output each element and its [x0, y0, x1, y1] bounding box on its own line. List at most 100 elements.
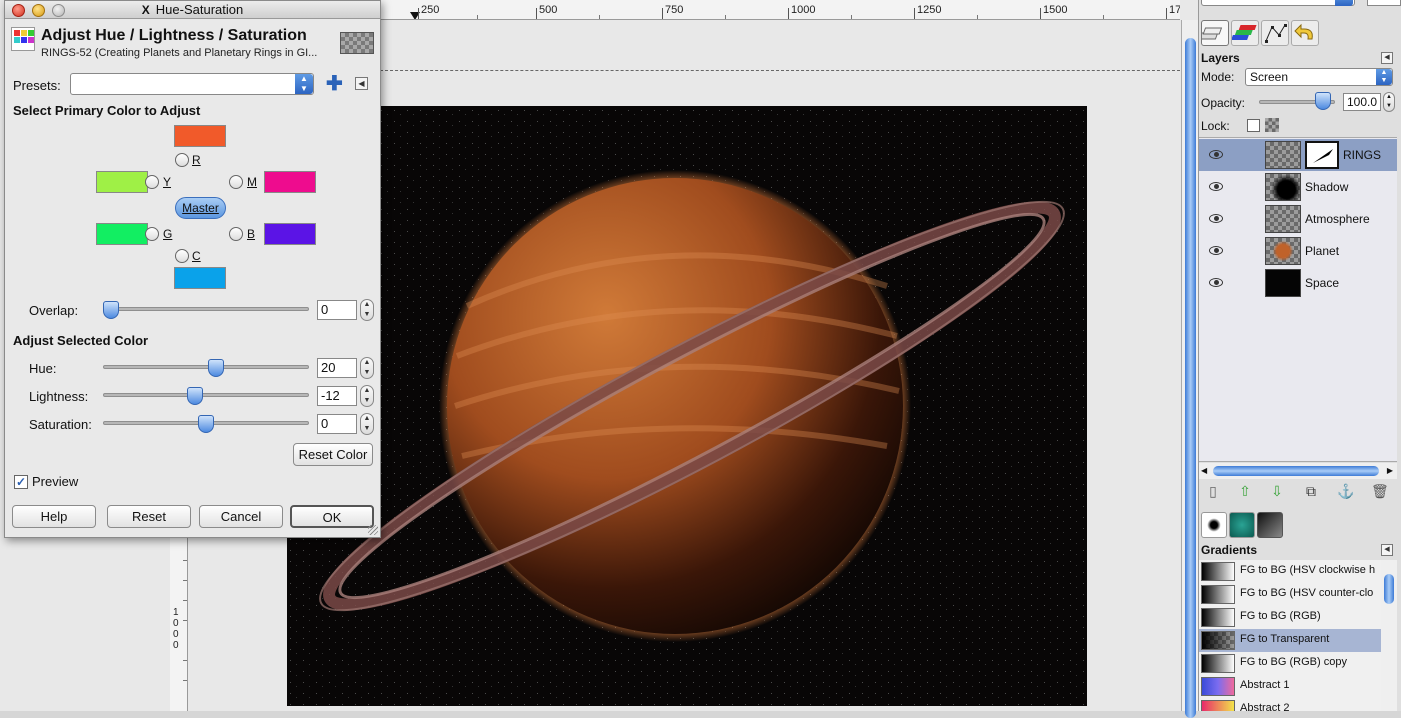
paths-tab-icon[interactable]	[1261, 20, 1289, 46]
visibility-eye-icon[interactable]	[1209, 182, 1223, 191]
close-window-button[interactable]	[12, 4, 25, 17]
new-layer-icon[interactable]: ▯	[1205, 483, 1221, 499]
scroll-left-icon[interactable]: ◀	[1201, 466, 1207, 475]
hue-slider-handle[interactable]	[207, 359, 224, 377]
lightness-slider-handle[interactable]	[186, 387, 203, 405]
raise-layer-icon[interactable]: ⇧	[1237, 483, 1253, 499]
overlap-slider[interactable]	[103, 307, 309, 311]
lightness-input[interactable]: -12	[317, 386, 357, 406]
hue-input[interactable]: 20	[317, 358, 357, 378]
overlap-slider-handle[interactable]	[103, 301, 119, 319]
visibility-eye-icon[interactable]	[1209, 246, 1223, 255]
gradients-vertical-scrollbar[interactable]	[1381, 560, 1397, 711]
scroll-right-icon[interactable]: ▶	[1387, 466, 1393, 475]
cancel-button[interactable]: Cancel	[199, 505, 283, 528]
visibility-eye-icon[interactable]	[1209, 278, 1223, 287]
gradient-item[interactable]: Abstract 1	[1199, 675, 1381, 698]
visibility-eye-icon[interactable]	[1209, 150, 1223, 159]
overlap-input[interactable]: 0	[317, 300, 357, 320]
dock-tab-row	[1198, 18, 1401, 48]
radio-cyan[interactable]	[175, 249, 189, 263]
hue-stepper[interactable]: ▲ ▼	[360, 357, 374, 379]
scrollbar-thumb[interactable]	[1213, 466, 1379, 476]
gradients-tab-icon[interactable]	[1257, 512, 1283, 538]
layer-row-rings[interactable]: RINGS	[1199, 139, 1397, 171]
layers-list: RINGS Shadow Atmosphere Planet Space	[1199, 137, 1397, 462]
help-button[interactable]: Help	[12, 505, 96, 528]
adjust-section-title: Adjust Selected Color	[13, 333, 149, 348]
gradient-preview	[1201, 631, 1235, 650]
gradient-item[interactable]: FG to BG (HSV clockwise h	[1199, 560, 1381, 583]
opacity-slider-handle[interactable]	[1315, 92, 1331, 110]
layer-mode-dropdown[interactable]: Screen ▲ ▼	[1245, 68, 1393, 86]
reset-button[interactable]: Reset	[107, 505, 191, 528]
presets-dropdown[interactable]: ▲ ▼	[70, 73, 314, 95]
overlap-stepper[interactable]: ▲ ▼	[360, 299, 374, 321]
opacity-input[interactable]: 100.0	[1343, 93, 1381, 111]
zoom-window-button[interactable]	[52, 4, 65, 17]
saturation-input[interactable]: 0	[317, 414, 357, 434]
delete-layer-icon[interactable]: 🗑	[1371, 483, 1389, 499]
lock-pixels-checkbox[interactable]	[1247, 119, 1260, 132]
gradient-item[interactable]: FG to BG (RGB) copy	[1199, 652, 1381, 675]
scrollbar-thumb[interactable]	[1185, 38, 1196, 718]
radio-blue-label: B	[247, 227, 256, 241]
scrollbar-thumb[interactable]	[1384, 574, 1394, 604]
ruler-label: 1000	[791, 4, 816, 16]
layers-panel-menu-icon[interactable]: ◀	[1381, 52, 1393, 64]
saturation-slider-handle[interactable]	[198, 415, 214, 433]
canvas-vertical-scrollbar[interactable]	[1181, 20, 1198, 718]
layers-tab-icon[interactable]	[1198, 20, 1229, 46]
radio-green[interactable]	[145, 227, 159, 241]
lower-layer-icon[interactable]: ⇩	[1269, 483, 1285, 499]
layer-thumbnail	[1265, 205, 1301, 233]
radio-magenta[interactable]	[229, 175, 243, 189]
patterns-tab-icon[interactable]	[1229, 512, 1255, 538]
lightness-slider[interactable]	[103, 393, 309, 397]
layer-row-planet[interactable]: Planet	[1199, 235, 1397, 267]
add-preset-icon[interactable]: ✚	[326, 74, 343, 94]
layer-row-shadow[interactable]: Shadow	[1199, 171, 1397, 203]
layer-thumbnail	[1265, 173, 1301, 201]
channels-tab-icon[interactable]	[1231, 20, 1259, 46]
auto-field[interactable]	[1367, 0, 1401, 6]
preset-menu-icon[interactable]: ◀	[355, 77, 368, 90]
radio-yellow[interactable]	[145, 175, 159, 189]
image-canvas[interactable]	[287, 106, 1087, 706]
layers-horizontal-scrollbar[interactable]: ◀ ▶	[1199, 463, 1397, 479]
ruler-label: 1	[173, 607, 179, 618]
resize-grip-icon[interactable]	[368, 525, 378, 535]
lock-alpha-icon[interactable]	[1265, 118, 1279, 132]
gradient-item[interactable]: FG to BG (RGB)	[1199, 606, 1381, 629]
visibility-eye-icon[interactable]	[1209, 214, 1223, 223]
opacity-stepper[interactable]: ▲ ▼	[1383, 92, 1395, 112]
gradient-item[interactable]: FG to Transparent	[1199, 629, 1381, 652]
layer-row-space[interactable]: Space	[1199, 267, 1397, 299]
guide-line	[380, 70, 1180, 71]
saturation-stepper[interactable]: ▲ ▼	[360, 413, 374, 435]
ok-button[interactable]: OK	[290, 505, 374, 528]
layer-mask-thumbnail[interactable]	[1305, 141, 1339, 169]
ruler-label: 750	[665, 4, 684, 16]
dialog-titlebar[interactable]: X Hue-Saturation	[5, 1, 380, 19]
red-swatch	[174, 125, 226, 147]
mode-label: Mode:	[1201, 70, 1235, 84]
lightness-stepper[interactable]: ▲ ▼	[360, 385, 374, 407]
undo-history-tab-icon[interactable]	[1291, 20, 1319, 46]
anchor-layer-icon[interactable]: ⚓	[1337, 483, 1354, 499]
minimize-window-button[interactable]	[32, 4, 45, 17]
brushes-tab-icon[interactable]	[1201, 512, 1227, 538]
reset-color-button[interactable]: Reset Color	[293, 443, 373, 466]
gradient-item[interactable]: Abstract 2	[1199, 698, 1381, 711]
gradients-panel-menu-icon[interactable]: ◀	[1381, 544, 1393, 556]
preview-checkbox[interactable]: ✓	[14, 475, 28, 489]
duplicate-layer-icon[interactable]: ⧉	[1303, 483, 1319, 499]
image-selector-dropdown[interactable]	[1201, 0, 1355, 6]
layer-row-atmosphere[interactable]: Atmosphere	[1199, 203, 1397, 235]
master-radio-button[interactable]: Master	[175, 197, 226, 219]
magenta-swatch	[264, 171, 316, 193]
radio-red[interactable]	[175, 153, 189, 167]
hue-slider[interactable]	[103, 365, 309, 369]
radio-blue[interactable]	[229, 227, 243, 241]
gradient-item[interactable]: FG to BG (HSV counter-clo	[1199, 583, 1381, 606]
